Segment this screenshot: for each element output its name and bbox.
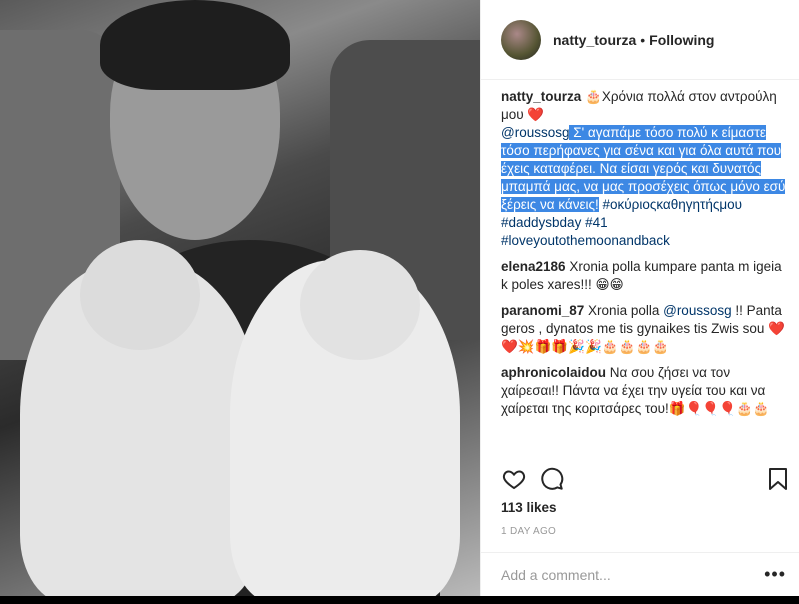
comment-icon[interactable] [539,466,565,492]
separator-dot: • [640,31,646,48]
caption-hashtag[interactable]: #daddysbday #41 [501,215,608,230]
more-options-icon[interactable]: ••• [764,564,786,585]
comment-text: Xronia polla [584,303,664,318]
heart-icon[interactable] [501,466,527,492]
caption-username[interactable]: natty_tourza [501,89,581,104]
post-side-panel: natty_tourza • Following natty_tourza 🎂Χ… [480,0,799,604]
comment-mention[interactable]: @roussosg [663,303,731,318]
action-bar [501,462,791,496]
comment-username[interactable]: aphronicolaidou [501,365,606,380]
comment-username[interactable]: elena2186 [501,259,566,274]
bottom-edge [0,596,799,604]
comment-item: aphronicolaidou Να σου ζήσει να τον χαίρ… [501,364,791,418]
caption-hashtag[interactable]: #loveyoutothemoonandback [501,233,670,248]
caption: natty_tourza 🎂Χρόνια πολλά στον αντρούλη… [501,88,791,250]
comment-username[interactable]: paranomi_87 [501,303,584,318]
add-comment-bar: ••• [481,552,799,596]
bookmark-icon[interactable] [765,466,791,492]
comment-item: paranomi_87 Xronia polla @roussosg !! Pa… [501,302,791,356]
avatar[interactable] [501,19,541,60]
comments-list[interactable]: natty_tourza 🎂Χρόνια πολλά στον αντρούλη… [501,88,791,458]
post-header: natty_tourza • Following [481,0,799,80]
comment-item: elena2186 Xronia polla kumpare panta m i… [501,258,791,294]
add-comment-input[interactable] [501,566,765,583]
photo-baby-head-right [300,250,420,360]
post-timestamp: 1 DAY AGO [501,526,557,537]
photo-hair [100,0,290,90]
post-username[interactable]: natty_tourza [553,32,636,48]
post-photo[interactable] [0,0,480,604]
caption-mention[interactable]: @roussosg [501,125,569,140]
follow-status-button[interactable]: Following [649,32,714,48]
likes-count[interactable]: 113 likes [501,500,557,515]
caption-hashtag[interactable]: #οκύριοςκαθηγητήςμου [599,197,743,212]
photo-baby-head-left [80,240,200,350]
